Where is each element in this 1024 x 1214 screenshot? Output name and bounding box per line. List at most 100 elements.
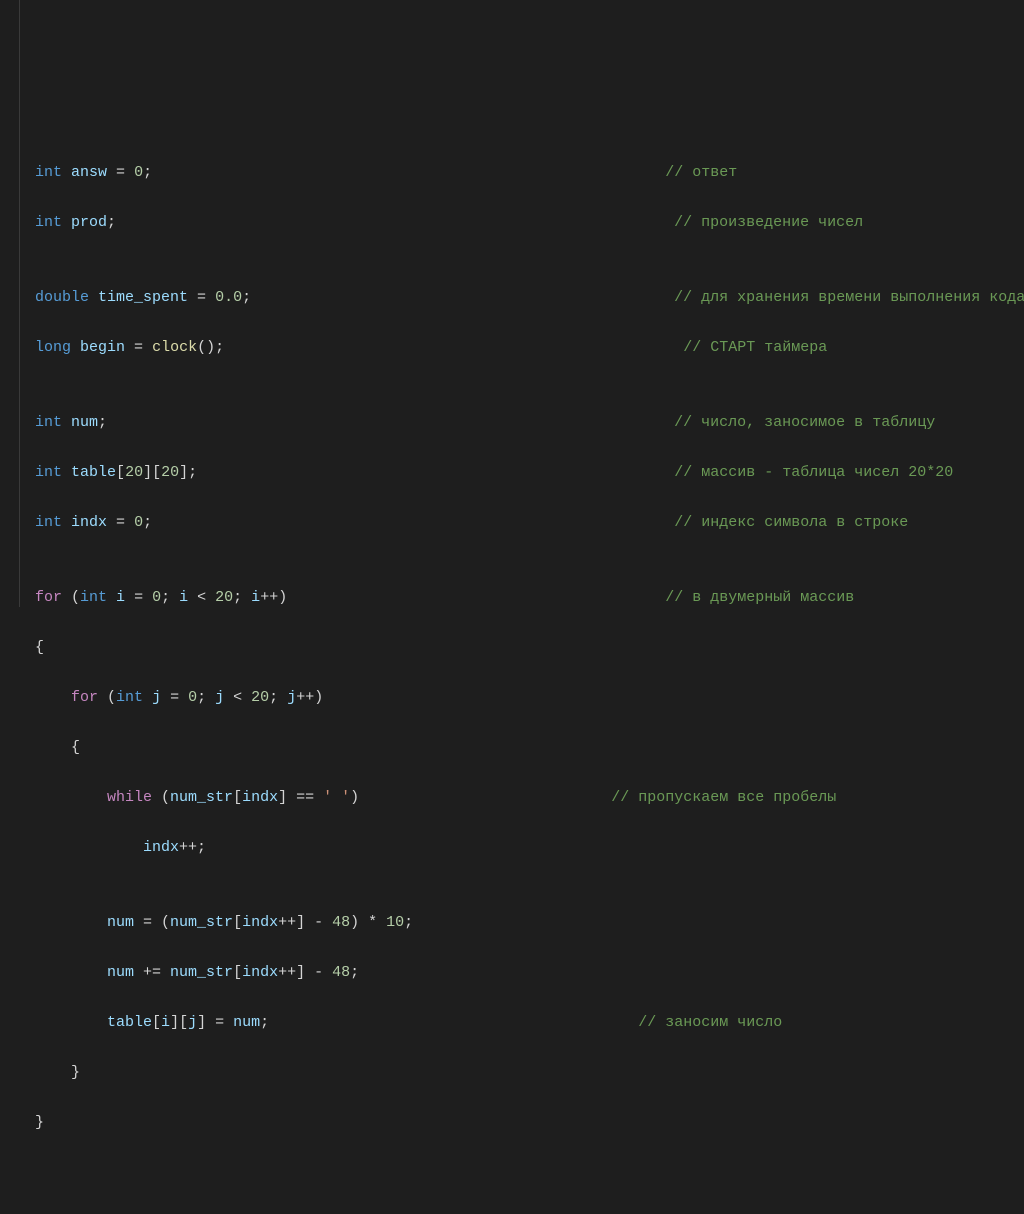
operator: < [224, 689, 251, 706]
whitespace [287, 589, 665, 606]
variable: j [215, 689, 224, 706]
code-line: int table[20][20]; // массив - таблица ч… [35, 460, 1024, 485]
comment: // число, заносимое в таблицу [674, 414, 935, 431]
number: 0.0 [215, 289, 242, 306]
whitespace [359, 789, 611, 806]
code-line: int indx = 0; // индекс символа в строке [35, 510, 1024, 535]
code-line: double time_spent = 0.0; // для хранения… [35, 285, 1024, 310]
operator: ++; [179, 839, 206, 856]
operator: ] == [278, 789, 323, 806]
operator: ) * [350, 914, 386, 931]
brace: { [35, 639, 44, 656]
keyword-control: for [35, 589, 62, 606]
paren: ( [152, 789, 170, 806]
keyword-type: int [35, 514, 62, 531]
number: 20 [251, 689, 269, 706]
indent [35, 1014, 107, 1031]
code-line: { [35, 735, 1024, 760]
keyword-control: while [107, 789, 152, 806]
variable: i [161, 1014, 170, 1031]
variable: i [251, 589, 260, 606]
editor-gutter [0, 0, 20, 607]
operator: = [125, 589, 152, 606]
number: 20 [125, 464, 143, 481]
variable: begin [80, 339, 125, 356]
punct: ; [404, 914, 413, 931]
operator: ] = [197, 1014, 233, 1031]
punct: ; [260, 1014, 269, 1031]
paren: ( [62, 589, 80, 606]
operator: = [107, 514, 134, 531]
function-call: clock [152, 339, 197, 356]
variable: num_str [170, 964, 233, 981]
code-line: } [35, 1110, 1024, 1135]
paren: ( [98, 689, 116, 706]
code-line: for (int j = 0; j < 20; j++) [35, 685, 1024, 710]
comment: // индекс символа в строке [674, 514, 908, 531]
variable: indx [143, 839, 179, 856]
comment: // произведение чисел [674, 214, 863, 231]
variable: indx [242, 964, 278, 981]
indent [35, 1064, 71, 1081]
brace: } [35, 1114, 44, 1131]
number: 48 [332, 964, 350, 981]
code-line: for (int i = 0; i < 20; i++) // в двумер… [35, 585, 1024, 610]
punct: ; [98, 414, 107, 431]
operator: ++) [296, 689, 323, 706]
brace: { [71, 739, 80, 756]
whitespace [152, 514, 674, 531]
number: 20 [215, 589, 233, 606]
indent [35, 739, 71, 756]
variable: j [188, 1014, 197, 1031]
variable: indx [242, 789, 278, 806]
variable: num [107, 964, 134, 981]
indent [35, 914, 107, 931]
number: 10 [386, 914, 404, 931]
operator: ++ [278, 964, 296, 981]
variable: indx [71, 514, 107, 531]
comment: // пропускаем все пробелы [611, 789, 836, 806]
variable: time_spent [98, 289, 188, 306]
keyword-type: double [35, 289, 89, 306]
number: 0 [134, 164, 143, 181]
comment: // массив - таблица чисел 20*20 [674, 464, 953, 481]
code-line: { [35, 635, 1024, 660]
operator: = ( [134, 914, 170, 931]
operator: ++ [278, 914, 296, 931]
code-editor[interactable]: int answ = 0; // ответ int prod; // прои… [35, 160, 1024, 1160]
keyword-control: for [71, 689, 98, 706]
variable: num [233, 1014, 260, 1031]
whitespace [116, 214, 674, 231]
operator: = [125, 339, 152, 356]
paren: ) [350, 789, 359, 806]
bracket: ][ [143, 464, 161, 481]
code-line: long begin = clock(); // СТАРТ таймера [35, 335, 1024, 360]
whitespace [107, 414, 674, 431]
bracket: ] [179, 464, 188, 481]
code-line: int prod; // произведение чисел [35, 210, 1024, 235]
variable: j [143, 689, 161, 706]
number: 0 [152, 589, 161, 606]
punct: ; [161, 589, 179, 606]
comment: // ответ [665, 164, 737, 181]
number: 20 [161, 464, 179, 481]
operator: ] - [296, 964, 332, 981]
number: 48 [332, 914, 350, 931]
variable: indx [242, 914, 278, 931]
whitespace [152, 164, 665, 181]
keyword-type: int [35, 464, 62, 481]
punct: ; [143, 164, 152, 181]
operator: += [134, 964, 170, 981]
punct: ; [242, 289, 251, 306]
punct: ; [107, 214, 116, 231]
bracket: [ [233, 789, 242, 806]
variable: j [287, 689, 296, 706]
variable: table [107, 1014, 152, 1031]
variable: table [71, 464, 116, 481]
bracket: [ [233, 964, 242, 981]
comment: // СТАРТ таймера [683, 339, 827, 356]
whitespace [269, 1014, 638, 1031]
operator: < [188, 589, 215, 606]
punct: ; [233, 589, 251, 606]
operator: = [107, 164, 134, 181]
